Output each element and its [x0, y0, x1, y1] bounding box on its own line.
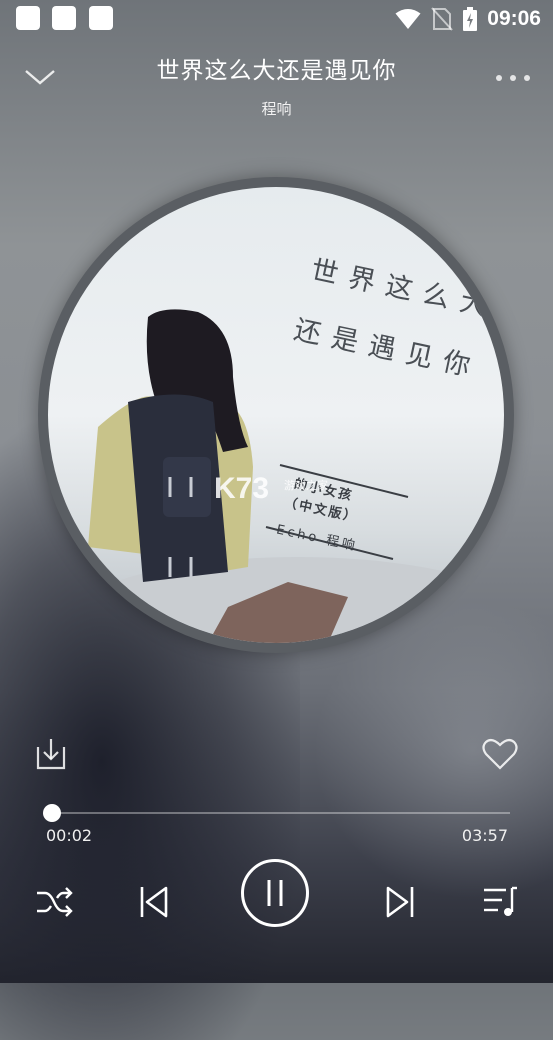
battery-charging-icon — [463, 7, 478, 31]
app-notification-icon — [52, 6, 76, 30]
shuffle-icon — [37, 887, 73, 917]
more-dots-icon — [496, 75, 530, 81]
pause-icon — [267, 880, 283, 906]
no-sim-icon — [431, 7, 454, 31]
next-button[interactable] — [384, 884, 416, 920]
shuffle-button[interactable] — [34, 885, 74, 919]
cover-photo-figure — [58, 309, 504, 643]
playlist-icon — [484, 886, 517, 916]
status-bar: 09:06 — [0, 0, 553, 38]
download-icon — [36, 739, 66, 770]
app-notification-icon — [89, 6, 113, 30]
wifi-icon — [395, 9, 421, 29]
progress-bar[interactable] — [42, 804, 510, 822]
watermark-text: 游戏之家 — [284, 480, 328, 492]
song-title: 世界这么大还是遇见你 — [156, 58, 397, 84]
playlist-button[interactable] — [482, 885, 518, 919]
like-button[interactable] — [481, 737, 519, 771]
more-options-button[interactable] — [493, 66, 533, 90]
heart-icon — [482, 738, 518, 770]
progress-thumb[interactable] — [42, 804, 61, 822]
status-clock: 09:06 — [487, 7, 541, 30]
pause-button[interactable] — [241, 859, 309, 927]
total-duration: 03:57 — [461, 826, 508, 845]
app-notification-icon — [16, 6, 40, 30]
watermark-logo: K73 — [214, 472, 270, 505]
next-icon — [386, 886, 414, 918]
album-cover: 世界这么大 还是遇见你 的小女孩 （中文版） Echo 程响 K73 游戏之家 — [48, 187, 504, 643]
artist-name[interactable]: 程响 — [0, 98, 553, 119]
download-button[interactable] — [32, 735, 70, 773]
previous-icon — [140, 886, 168, 918]
previous-button[interactable] — [138, 884, 170, 920]
elapsed-time: 00:02 — [46, 826, 93, 845]
